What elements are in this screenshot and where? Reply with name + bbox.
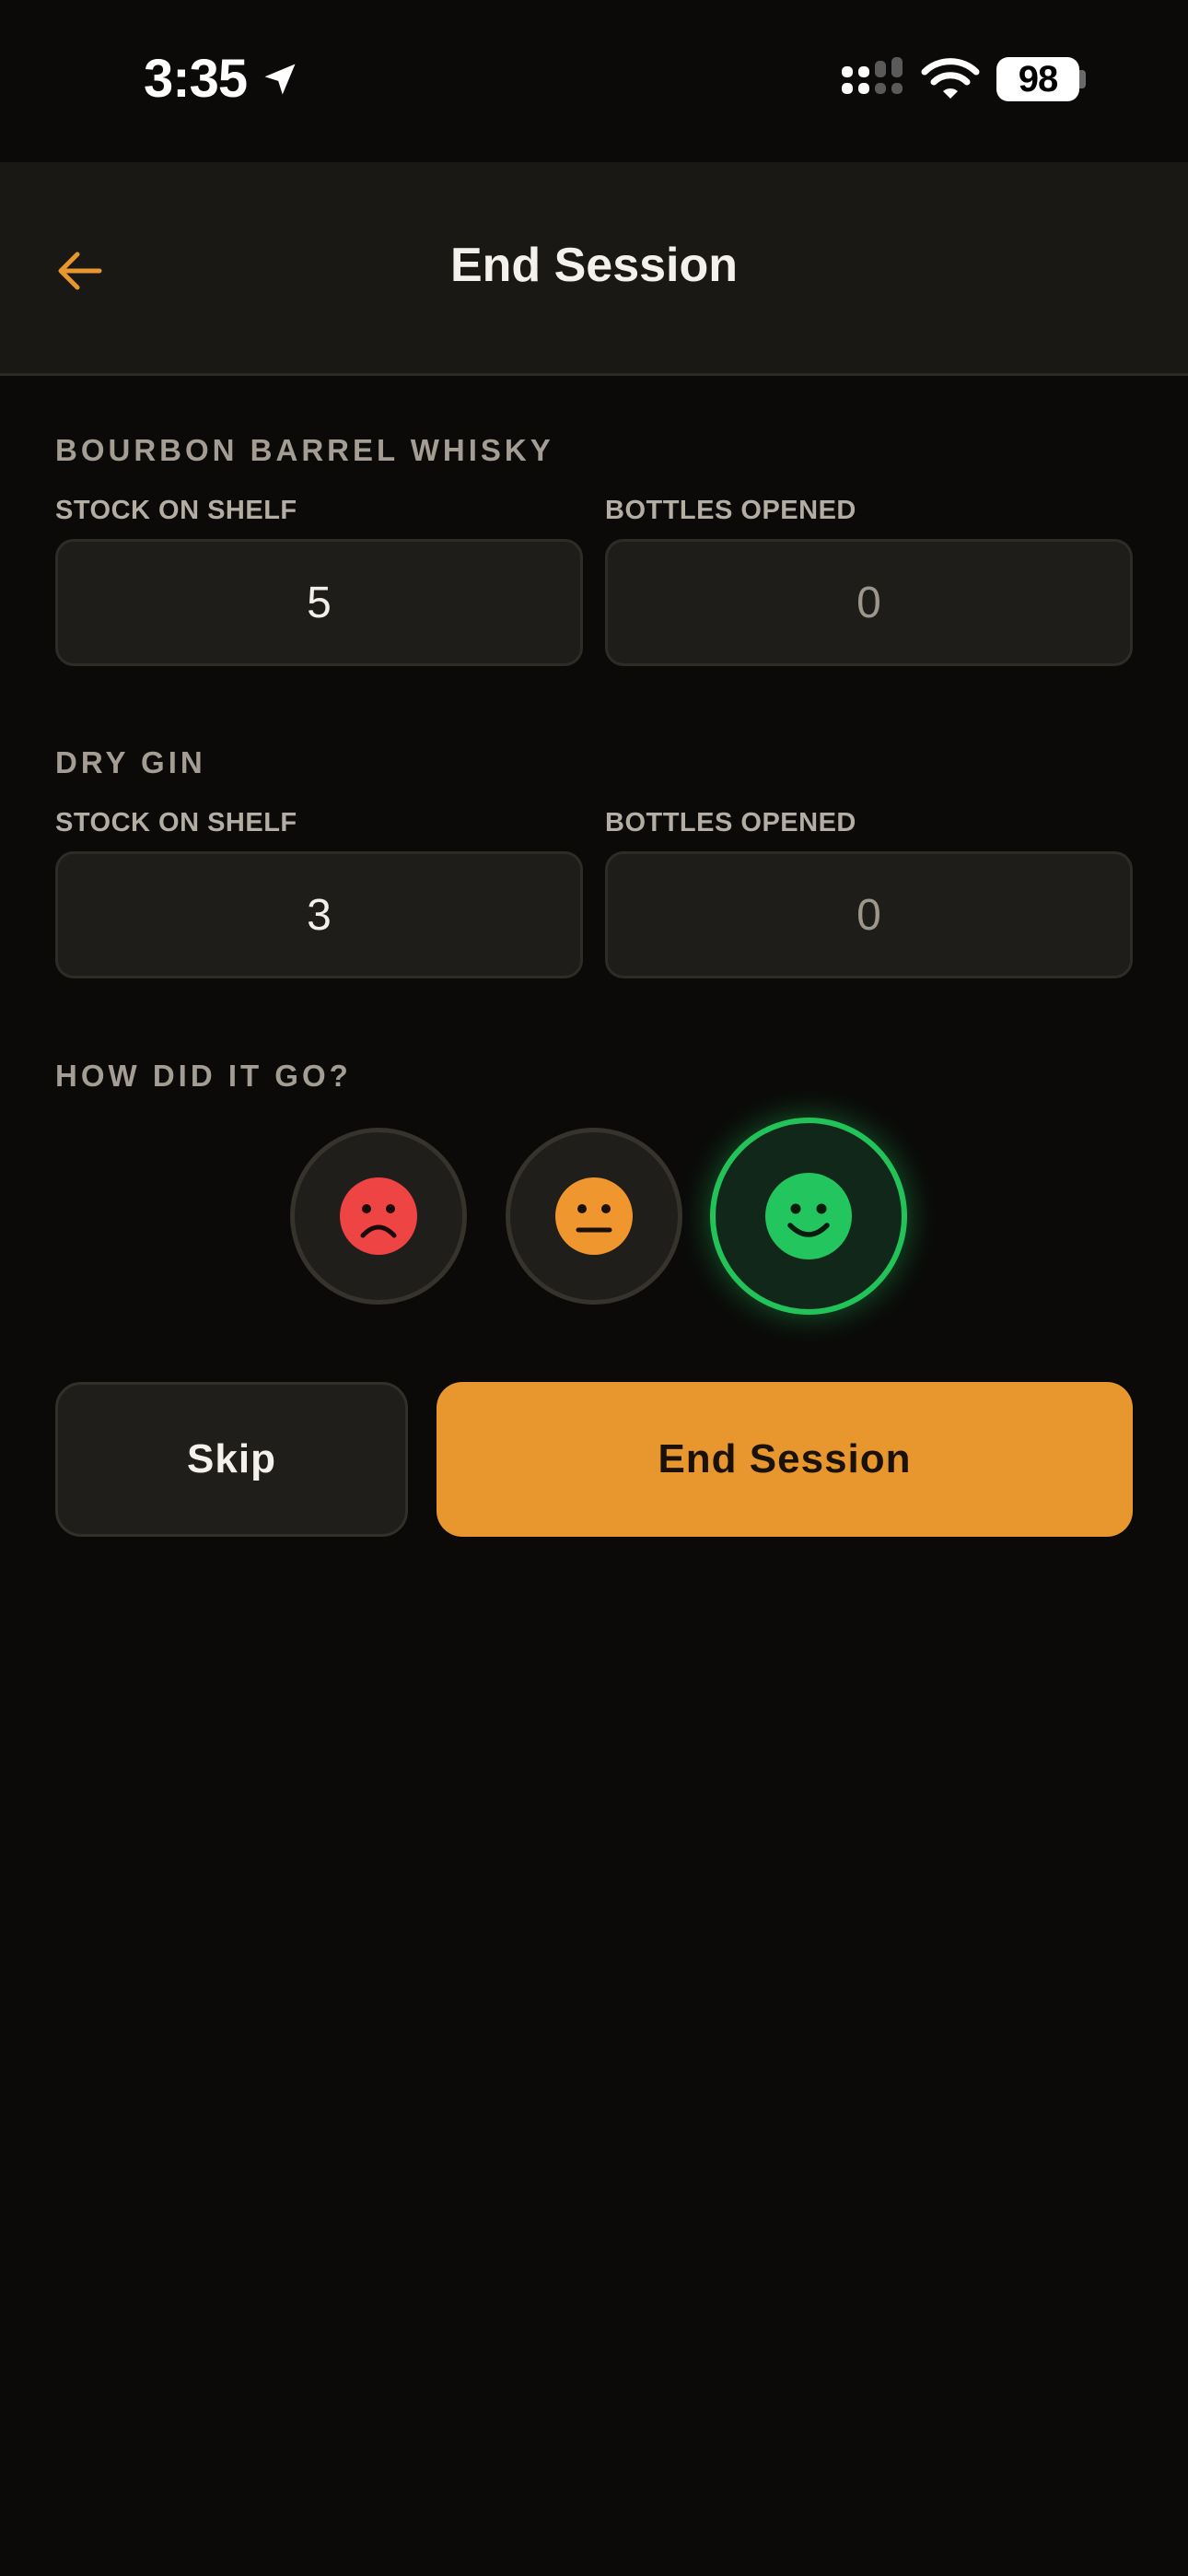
status-time: 3:35 [144,49,248,109]
battery-level: 98 [1018,58,1058,100]
mood-title: HOW DID IT GO? [55,1059,352,1093]
mood-neutral-button[interactable] [506,1128,682,1305]
stock-label: STOCK ON SHELF [55,808,297,837]
stock-label: STOCK ON SHELF [55,496,297,525]
stock-input-gin[interactable]: 3 [55,851,583,978]
skip-button[interactable]: Skip [55,1382,408,1537]
opened-input-gin[interactable]: 0 [605,851,1133,978]
mood-happy-button[interactable] [710,1118,907,1315]
happy-face-icon [765,1173,852,1259]
opened-label: BOTTLES OPENED [605,496,856,525]
battery-icon: 98 [996,57,1079,101]
header-bar: End Session [0,162,1188,376]
stock-input-bourbon[interactable]: 5 [55,539,583,666]
opened-label: BOTTLES OPENED [605,808,856,837]
status-bar: 3:35 98 [0,0,1188,162]
opened-input-bourbon[interactable]: 0 [605,539,1133,666]
cellular-signal-icon [842,57,903,94]
product-name-gin: DRY GIN [55,745,206,779]
product-name-bourbon: BOURBON BARREL WHISKY [55,433,554,467]
wifi-icon [921,58,980,99]
neutral-face-icon [555,1177,633,1255]
page-title: End Session [449,239,739,292]
location-arrow-icon [264,64,296,95]
end-session-button[interactable]: End Session [437,1382,1133,1537]
battery-cap [1079,70,1086,88]
mood-sad-button[interactable] [290,1128,467,1305]
sad-face-icon [340,1177,417,1255]
